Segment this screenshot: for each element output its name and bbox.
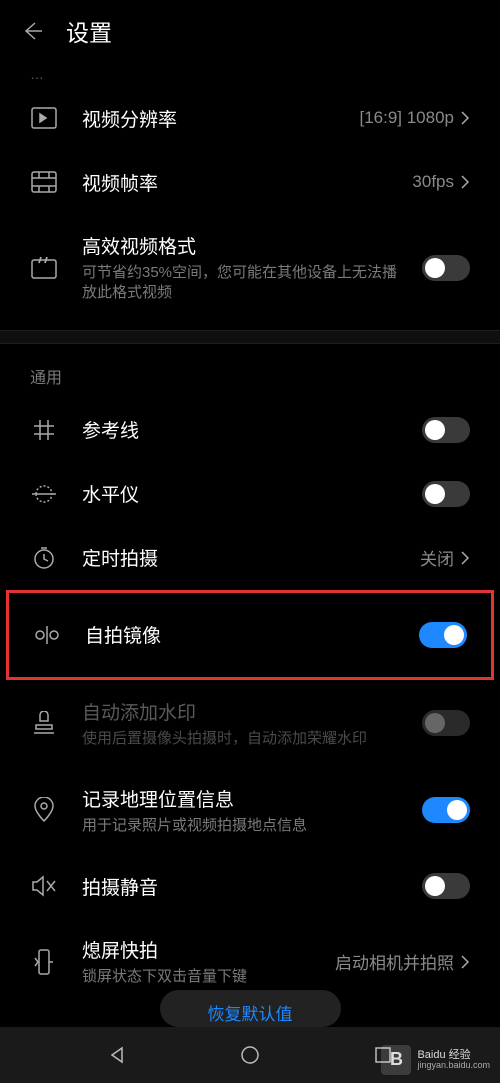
quickshot-value: 启动相机并拍照: [335, 949, 454, 974]
location-sub: 用于记录照片或视频拍摄地点信息: [82, 816, 398, 836]
row-level[interactable]: 水平仪: [0, 462, 500, 526]
nav-home-button[interactable]: [239, 1044, 261, 1066]
location-label: 记录地理位置信息: [82, 785, 398, 812]
row-video-resolution[interactable]: 视频分辨率 [16:9] 1080p: [0, 86, 500, 150]
location-toggle[interactable]: [422, 797, 470, 823]
location-icon: [30, 796, 58, 824]
page-title: 设置: [66, 14, 112, 48]
mute-label: 拍摄静音: [82, 873, 398, 900]
section-divider: [0, 330, 500, 344]
resolution-value: [16:9] 1080p: [359, 108, 454, 128]
quickshot-sub: 锁屏状态下双击音量下键: [82, 967, 311, 987]
quickshot-label: 熄屏快拍: [82, 936, 311, 963]
baidu-watermark: B Baidu 经验 jingyan.baidu.com: [381, 1045, 490, 1075]
watermark-sub: 使用后置摄像头拍摄时，自动添加荣耀水印: [82, 729, 398, 749]
framerate-value: 30fps: [412, 172, 454, 192]
section-general-header: 通用: [0, 358, 500, 398]
mirror-icon: [33, 621, 61, 649]
resolution-icon: [30, 104, 58, 132]
framerate-icon: [30, 168, 58, 196]
chevron-right-icon: [460, 954, 470, 970]
row-hevc[interactable]: 高效视频格式 可节省约35%空间，您可能在其他设备上无法播放此格式视频: [0, 214, 500, 322]
row-watermark: 自动添加水印 使用后置摄像头拍摄时，自动添加荣耀水印: [0, 680, 500, 767]
watermark-label: 自动添加水印: [82, 698, 398, 725]
mute-toggle[interactable]: [422, 873, 470, 899]
hevc-sub: 可节省约35%空间，您可能在其他设备上无法播放此格式视频: [82, 263, 398, 304]
back-icon[interactable]: [20, 19, 44, 43]
row-location[interactable]: 记录地理位置信息 用于记录照片或视频拍摄地点信息: [0, 767, 500, 854]
grid-icon: [30, 416, 58, 444]
chevron-right-icon: [460, 174, 470, 190]
timer-icon: [30, 544, 58, 572]
chevron-right-icon: [460, 110, 470, 126]
row-framerate[interactable]: 视频帧率 30fps: [0, 150, 500, 214]
resolution-label: 视频分辨率: [82, 105, 335, 132]
quickshot-icon: [30, 948, 58, 976]
row-mirror[interactable]: 自拍镜像: [9, 593, 491, 677]
grid-toggle[interactable]: [422, 417, 470, 443]
framerate-label: 视频帧率: [82, 169, 388, 196]
restore-area: 恢复默认值: [0, 990, 500, 1027]
hevc-label: 高效视频格式: [82, 232, 398, 259]
hevc-icon: [30, 254, 58, 282]
level-icon: [30, 480, 58, 508]
header: 设置: [0, 0, 500, 66]
watermark-logo: B: [381, 1045, 411, 1075]
row-mute[interactable]: 拍摄静音: [0, 854, 500, 918]
mirror-toggle[interactable]: [419, 622, 467, 648]
watermark-url: jingyan.baidu.com: [417, 1061, 490, 1071]
timer-label: 定时拍摄: [82, 544, 396, 571]
level-label: 水平仪: [82, 480, 398, 507]
hevc-toggle[interactable]: [422, 255, 470, 281]
highlight-frame: 自拍镜像: [6, 590, 494, 680]
chevron-right-icon: [460, 550, 470, 566]
dim-section-label: …: [0, 66, 500, 82]
level-toggle[interactable]: [422, 481, 470, 507]
stamp-icon: [30, 709, 58, 737]
mute-icon: [30, 872, 58, 900]
restore-defaults-button[interactable]: 恢复默认值: [160, 990, 341, 1027]
grid-label: 参考线: [82, 416, 398, 443]
row-grid[interactable]: 参考线: [0, 398, 500, 462]
timer-value: 关闭: [420, 545, 454, 570]
row-timer[interactable]: 定时拍摄 关闭: [0, 526, 500, 590]
nav-back-button[interactable]: [106, 1044, 128, 1066]
mirror-label: 自拍镜像: [85, 621, 395, 648]
watermark-toggle: [422, 710, 470, 736]
